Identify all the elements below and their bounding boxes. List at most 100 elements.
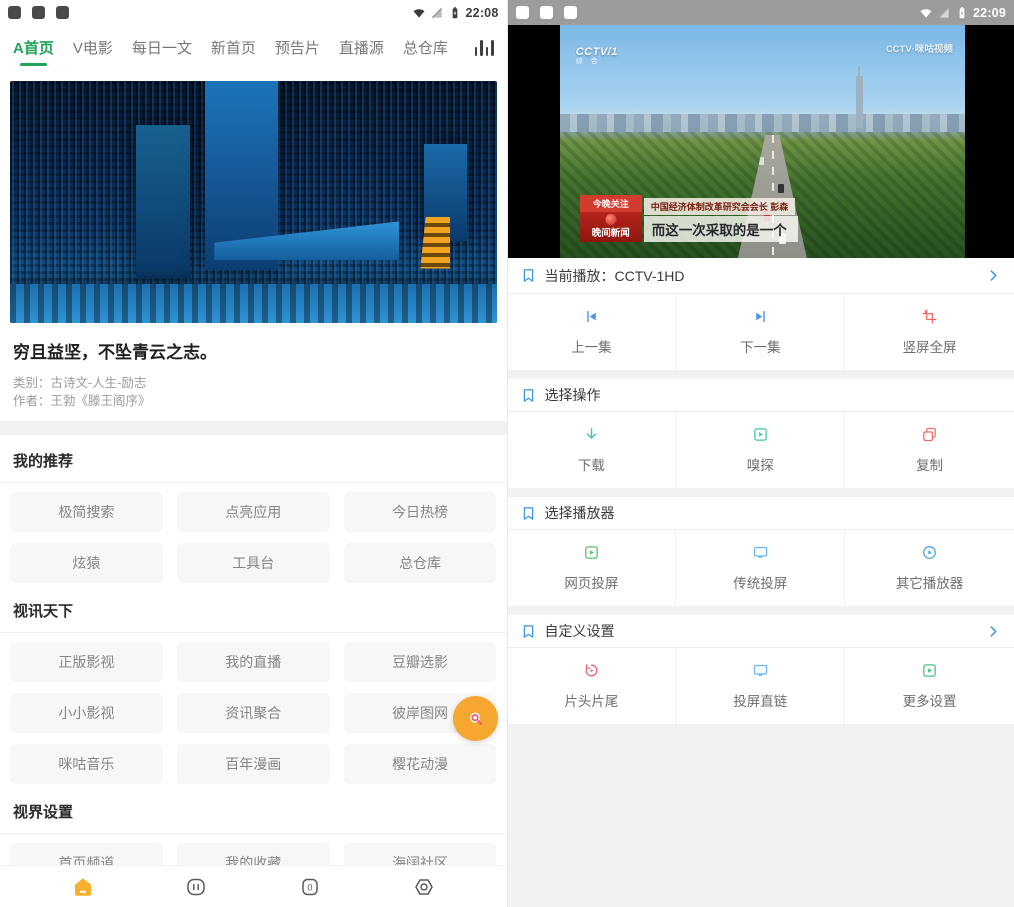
cell-label: 投屏直链 <box>733 690 787 710</box>
custom-settings-header[interactable]: 自定义设置 <box>508 615 1014 648</box>
video-content: CCTV/1 综 合 CCTV·咪咕视频 今晚关注 晚间新闻 中国经济体制改革研… <box>560 25 966 258</box>
player-controls: 网页投屏 传统投屏 其它播放器 <box>508 530 1014 606</box>
button-warehouse[interactable]: 总仓库 <box>344 543 497 583</box>
other-player-button[interactable]: 其它播放器 <box>845 530 1014 606</box>
status-bar: 22:08 <box>0 0 507 25</box>
group-title: 选择操作 <box>545 385 601 405</box>
now-playing-label: 当前播放：CCTV-1HD <box>545 266 685 286</box>
button-my-live[interactable]: 我的直播 <box>177 642 330 682</box>
button-xuanyuan[interactable]: 炫猿 <box>10 543 163 583</box>
quote-category: 类别：古诗文-人生-励志 <box>13 374 494 392</box>
notification-icon <box>516 6 529 19</box>
daily-article-hero-image[interactable] <box>10 81 497 323</box>
status-bar: 22:09 <box>508 0 1014 25</box>
nav-downloads-button[interactable]: 0 <box>297 874 323 900</box>
button-migu-music[interactable]: 咪咕音乐 <box>10 744 163 784</box>
intro-outro-button[interactable]: 片头片尾 <box>508 648 677 724</box>
notification-icon <box>8 6 21 19</box>
section-spacer <box>508 606 1014 615</box>
tab-live-sources[interactable]: 直播源 <box>339 37 384 58</box>
wifi-icon <box>412 6 426 20</box>
tab-trailers[interactable]: 预告片 <box>275 37 320 58</box>
section-title: 我的推荐 <box>13 450 494 471</box>
screen-cast-icon <box>752 544 769 561</box>
portrait-fullscreen-button[interactable]: 竖屏全屏 <box>845 294 1014 370</box>
signal-off-icon <box>430 6 444 20</box>
playback-controls: 上一集 下一集 竖屏全屏 <box>508 294 1014 370</box>
banner-topic-badge: 今晚关注 <box>580 195 642 212</box>
home-icon <box>71 875 95 899</box>
nav-pause-button[interactable] <box>183 874 209 900</box>
cell-label: 传统投屏 <box>733 572 787 592</box>
cell-label: 片头片尾 <box>564 690 618 710</box>
equalizer-icon[interactable] <box>475 38 494 56</box>
nav-settings-button[interactable] <box>411 874 437 900</box>
section-my-recommendations: 我的推荐 极简搜索 点亮应用 今日热榜 炫猿 工具台 总仓库 <box>0 450 507 585</box>
settings-hex-icon <box>412 875 436 899</box>
quote-author: 作者：王勃《滕王阁序》 <box>13 392 494 410</box>
button-news-aggregate[interactable]: 资讯聚合 <box>177 693 330 733</box>
group-title: 自定义设置 <box>545 621 615 641</box>
button-today-hot[interactable]: 今日热榜 <box>344 492 497 532</box>
more-settings-button[interactable]: 更多设置 <box>845 648 1014 724</box>
button-minimal-search[interactable]: 极简搜索 <box>10 492 163 532</box>
group-title: 选择播放器 <box>545 503 615 523</box>
cast-link-button[interactable]: 投屏直链 <box>676 648 845 724</box>
download-icon <box>583 426 600 443</box>
pause-icon <box>184 875 208 899</box>
clock: 22:08 <box>466 6 499 20</box>
zero-badge-icon: 0 <box>298 875 322 899</box>
tab-movies-v[interactable]: V电影 <box>73 37 113 58</box>
city-skyline <box>560 114 966 133</box>
web-cast-button[interactable]: 网页投屏 <box>508 530 677 606</box>
sniff-button[interactable]: 嗅探 <box>676 412 845 488</box>
previous-episode-button[interactable]: 上一集 <box>508 294 677 370</box>
button-xiaoxiao-video[interactable]: 小小影视 <box>10 693 163 733</box>
button-sakura-anime[interactable]: 樱花动漫 <box>344 744 497 784</box>
cell-label: 竖屏全屏 <box>903 336 957 356</box>
tab-new-home[interactable]: 新首页 <box>211 37 256 58</box>
wifi-icon <box>919 6 933 20</box>
notification-icon <box>564 6 577 19</box>
button-douban-picks[interactable]: 豆瓣选影 <box>344 642 497 682</box>
cell-label: 上一集 <box>571 336 612 356</box>
button-light-apps[interactable]: 点亮应用 <box>177 492 330 532</box>
daily-quote-title: 穷且益坚，不坠青云之志。 <box>13 338 494 363</box>
cell-label: 更多设置 <box>903 690 957 710</box>
banner-subtitle: 而这一次采取的是一个 <box>644 216 798 242</box>
player-screen: 22:09 CCTV/1 综 合 CCTV·咪咕视频 <box>507 0 1014 907</box>
search-fab[interactable] <box>453 696 498 741</box>
copy-button[interactable]: 复制 <box>845 412 1014 488</box>
home-screen: 22:08 A首页 V电影 每日一文 新首页 预告片 直播源 总仓库 穷且益坚，… <box>0 0 507 907</box>
search-icon <box>465 708 487 730</box>
download-button[interactable]: 下载 <box>508 412 677 488</box>
notification-icon <box>56 6 69 19</box>
sniff-play-icon <box>752 426 769 443</box>
dual-screenshot: 22:08 A首页 V电影 每日一文 新首页 预告片 直播源 总仓库 穷且益坚，… <box>0 0 1014 907</box>
section-video-world: 视讯天下 正版影视 我的直播 豆瓣选影 小小影视 资讯聚合 彼岸图网 咪咕音乐 … <box>0 600 507 786</box>
signal-off-icon <box>937 6 951 20</box>
next-episode-button[interactable]: 下一集 <box>676 294 845 370</box>
notification-icon <box>540 6 553 19</box>
news-banner: 今晚关注 晚间新闻 中国经济体制改革研究会会长 彭森 而这一次采取的是一个 <box>580 195 798 242</box>
classic-cast-button[interactable]: 传统投屏 <box>676 530 845 606</box>
tab-warehouse[interactable]: 总仓库 <box>403 37 448 58</box>
section-title: 视讯天下 <box>13 600 494 621</box>
video-player[interactable]: CCTV/1 综 合 CCTV·咪咕视频 今晚关注 晚间新闻 中国经济体制改革研… <box>508 25 1014 258</box>
section-spacer <box>0 421 507 435</box>
nav-home-button[interactable] <box>70 874 96 900</box>
button-licensed-video[interactable]: 正版影视 <box>10 642 163 682</box>
cell-label: 下一集 <box>740 336 781 356</box>
tab-daily-article[interactable]: 每日一文 <box>132 37 192 58</box>
button-century-comics[interactable]: 百年漫画 <box>177 744 330 784</box>
cell-label: 下载 <box>578 454 605 474</box>
custom-settings-controls: 片头片尾 投屏直链 更多设置 <box>508 648 1014 724</box>
section-spacer <box>508 370 1014 379</box>
skyscraper <box>856 76 863 127</box>
choose-player-header: 选择播放器 <box>508 497 1014 530</box>
now-playing-row[interactable]: 当前播放：CCTV-1HD <box>508 258 1014 294</box>
tab-home-a[interactable]: A首页 <box>13 37 54 58</box>
button-toolbox[interactable]: 工具台 <box>177 543 330 583</box>
cell-label: 网页投屏 <box>564 572 618 592</box>
banner-headline: 中国经济体制改革研究会会长 彭森 <box>644 198 796 215</box>
